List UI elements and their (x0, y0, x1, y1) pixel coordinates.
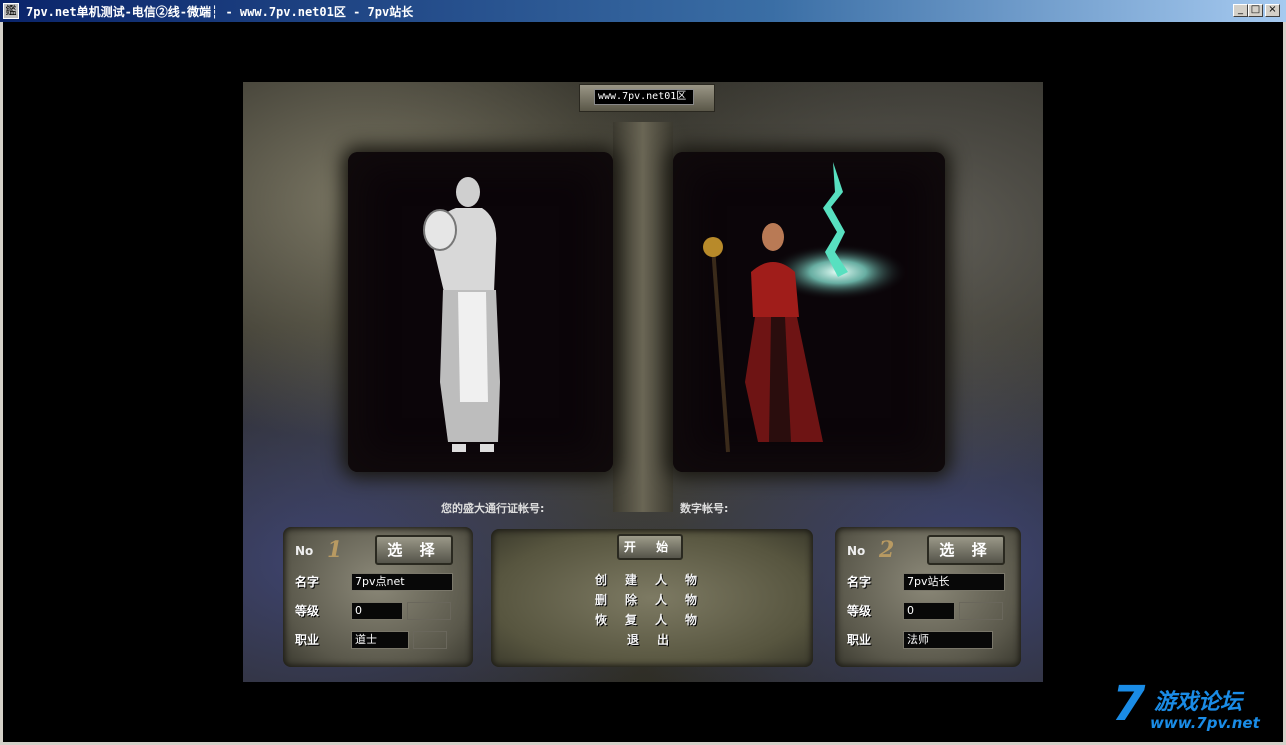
level-field-extension (407, 602, 451, 620)
job-label: 职业 (295, 633, 320, 647)
select-button-1[interactable]: 选 择 (375, 535, 453, 565)
menu-panel: 开 始 创建人物 删除人物 恢复人物 退出 (491, 529, 813, 667)
slot-number-label: No (295, 544, 314, 558)
level-field: 0 (351, 602, 403, 620)
minimize-button[interactable]: _ (1233, 4, 1248, 17)
job-label: 职业 (847, 633, 872, 647)
mage-character[interactable] (673, 152, 945, 472)
server-name: www.7pv.net01区 (594, 89, 694, 105)
name-label: 名字 (847, 575, 872, 589)
create-character-button[interactable]: 创建人物 (595, 571, 715, 588)
close-button[interactable]: × (1265, 4, 1280, 17)
job-field-extension (413, 631, 447, 649)
name-label: 名字 (295, 575, 320, 589)
passport-account-label: 您的盛大通行证帐号: (441, 502, 545, 515)
start-button[interactable]: 开 始 (617, 534, 683, 560)
name-field: 7pv点net (351, 573, 453, 591)
watermark-url: www.7pv.net (1150, 714, 1260, 732)
window-border-left (0, 22, 3, 745)
server-plaque: www.7pv.net01区 (579, 84, 715, 112)
job-field: 道士 (351, 631, 409, 649)
level-label: 等级 (295, 604, 320, 618)
forum-watermark: 7 游戏论坛 www.7pv.net (1108, 676, 1278, 742)
taoist-character[interactable] (348, 152, 613, 472)
name-field: 7pv站长 (903, 573, 1005, 591)
level-field: 0 (903, 602, 955, 620)
maximize-button[interactable]: □ (1248, 4, 1263, 17)
exit-button[interactable]: 退出 (627, 631, 687, 648)
delete-character-button[interactable]: 删除人物 (595, 591, 715, 608)
character-slot-2: No 2 选 择 名字 7pv站长 等级 0 职业 法师 (835, 527, 1021, 667)
job-field: 法师 (903, 631, 993, 649)
watermark-logo-seven: 7 (1112, 676, 1146, 732)
slot-number: 1 (327, 537, 343, 563)
digital-account-label: 数字帐号: (680, 502, 729, 515)
app-icon[interactable]: 鑑 (3, 3, 19, 19)
slot-number-label: No (847, 544, 866, 558)
character-display-2[interactable] (673, 152, 945, 472)
watermark-title: 游戏论坛 (1154, 690, 1243, 715)
restore-character-button[interactable]: 恢复人物 (595, 611, 715, 628)
select-button-2[interactable]: 选 择 (927, 535, 1005, 565)
level-label: 等级 (847, 604, 872, 618)
stone-pillar (613, 122, 673, 512)
character-slot-1: No 1 选 择 名字 7pv点net 等级 0 职业 道士 (283, 527, 473, 667)
window-title: 7pv.net单机测试-电信②线-微端┆ - www.7pv.net01区 - … (26, 5, 414, 19)
slot-number: 2 (879, 537, 895, 563)
level-field-extension (959, 602, 1003, 620)
character-select-screen: www.7pv.net01区 您的盛大通行证帐号: 数字帐号: No 1 选 择… (243, 82, 1043, 682)
character-display-1[interactable] (348, 152, 613, 472)
title-bar[interactable]: 鑑 7pv.net单机测试-电信②线-微端┆ - www.7pv.net01区 … (0, 0, 1286, 22)
